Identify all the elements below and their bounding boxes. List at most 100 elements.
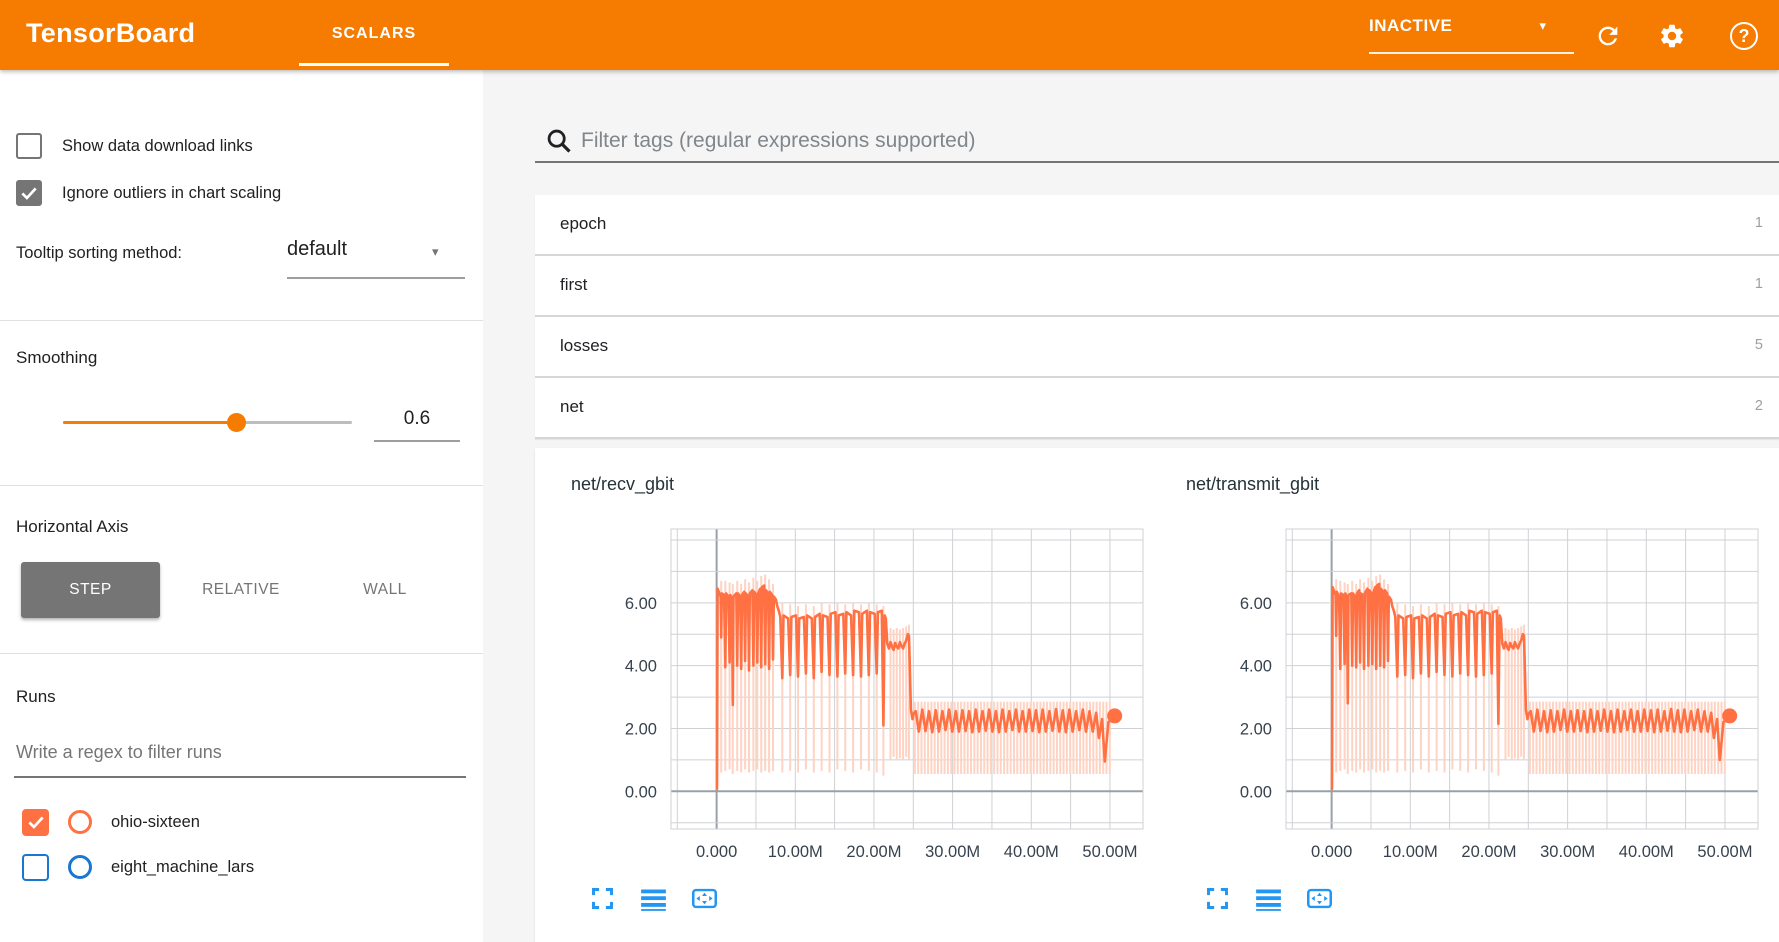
- svg-text:30.00M: 30.00M: [925, 843, 980, 861]
- smoothing-value-underline: [374, 440, 460, 442]
- tag-group-name: epoch: [560, 214, 606, 234]
- refresh-icon-button[interactable]: [1594, 22, 1622, 50]
- divider: [0, 653, 483, 654]
- status-underline: [1369, 52, 1574, 54]
- tag-group-count: 2: [1755, 398, 1763, 414]
- svg-text:6.00: 6.00: [1240, 595, 1272, 613]
- svg-text:20.00M: 20.00M: [1461, 843, 1516, 861]
- svg-text:10.00M: 10.00M: [1383, 843, 1438, 861]
- runs-filter-underline: [14, 776, 466, 778]
- chart-toolbar: [589, 885, 1150, 912]
- run-color-swatch-icon[interactable]: [68, 810, 92, 834]
- settings-icon-button[interactable]: [1658, 22, 1686, 50]
- runs-filter-input[interactable]: [16, 736, 456, 768]
- tag-group-net[interactable]: net 2: [535, 378, 1779, 439]
- fit-to-data-icon: [1306, 885, 1333, 912]
- toggle-y-axis-button[interactable]: [640, 885, 667, 912]
- chart-toolbar: [1204, 885, 1779, 912]
- svg-text:10.00M: 10.00M: [768, 843, 823, 861]
- search-icon: [545, 127, 573, 155]
- svg-text:0.000: 0.000: [1311, 843, 1352, 861]
- fullscreen-icon: [1204, 885, 1231, 912]
- svg-text:0.00: 0.00: [1240, 783, 1272, 801]
- axis-button-step[interactable]: STEP: [21, 562, 160, 618]
- horizontal-axis-heading: Horizontal Axis: [16, 517, 128, 537]
- tag-group-epoch[interactable]: epoch 1: [535, 195, 1779, 256]
- filter-tags-input[interactable]: [581, 124, 1721, 158]
- fit-to-data-icon: [691, 885, 718, 912]
- chart-plot-area[interactable]: 0.00 2.00 4.00 6.00 0.000 10.00M 20.00M 30.00M 4…: [535, 519, 1150, 869]
- svg-text:4.00: 4.00: [625, 658, 657, 676]
- svg-text:2.00: 2.00: [625, 720, 657, 738]
- svg-text:4.00: 4.00: [1240, 658, 1272, 676]
- run-row-eight-machine-lars[interactable]: eight_machine_lars: [22, 851, 254, 883]
- tag-group-count: 1: [1755, 215, 1763, 231]
- tag-group-first[interactable]: first 1: [535, 256, 1779, 317]
- smoothing-value[interactable]: 0.6: [374, 408, 460, 430]
- chart-title: net/transmit_gbit: [1186, 474, 1779, 495]
- app-header: TensorBoard SCALARS INACTIVE ▾ ?: [0, 0, 1779, 70]
- chart-plot-area[interactable]: 0.00 2.00 4.00 6.00 0.000 10.00M 20.00M 30.00M 4…: [1150, 519, 1765, 869]
- svg-text:0.000: 0.000: [696, 843, 737, 861]
- fullscreen-icon: [589, 885, 616, 912]
- gear-icon: [1658, 22, 1686, 50]
- fit-domain-button[interactable]: [691, 885, 718, 912]
- tab-active-underline: [299, 63, 449, 66]
- status-dropdown[interactable]: INACTIVE ▾: [1369, 12, 1574, 54]
- toggle-y-axis-button[interactable]: [1255, 885, 1282, 912]
- main-content: epoch 1 first 1 losses 5 net 2 net/recv_…: [483, 70, 1779, 942]
- svg-text:40.00M: 40.00M: [1004, 843, 1059, 861]
- settings-sidebar: Show data download links Ignore outliers…: [0, 70, 483, 942]
- svg-text:30.00M: 30.00M: [1540, 843, 1595, 861]
- svg-text:20.00M: 20.00M: [846, 843, 901, 861]
- svg-text:40.00M: 40.00M: [1619, 843, 1674, 861]
- tab-scalars-label: SCALARS: [332, 25, 416, 43]
- chart-title: net/recv_gbit: [571, 474, 1150, 495]
- run-row-ohio-sixteen[interactable]: ohio-sixteen: [22, 806, 200, 838]
- net-charts-panel: net/recv_gbit 0.00 2.00 4.00 6.00 0.000 10.00…: [535, 448, 1779, 942]
- axis-button-relative[interactable]: RELATIVE: [178, 562, 304, 618]
- tag-group-losses[interactable]: losses 5: [535, 317, 1779, 378]
- tooltip-sorting-label: Tooltip sorting method:: [16, 244, 182, 263]
- axis-button-wall[interactable]: WALL: [330, 562, 440, 618]
- run-checkbox-icon[interactable]: [22, 854, 49, 881]
- caret-down-icon[interactable]: ▾: [432, 244, 439, 260]
- expand-chart-button[interactable]: [589, 885, 616, 912]
- smoothing-heading: Smoothing: [16, 348, 97, 368]
- tag-group-name: net: [560, 397, 584, 417]
- tooltip-sorting-dropdown[interactable]: default: [287, 238, 347, 261]
- help-icon-button[interactable]: ?: [1730, 22, 1758, 50]
- dropdown-underline: [287, 277, 465, 279]
- checkbox-ignore-outliers[interactable]: Ignore outliers in chart scaling: [16, 178, 281, 208]
- checkbox-label: Ignore outliers in chart scaling: [62, 184, 281, 203]
- smoothing-slider-thumb[interactable]: [227, 413, 246, 432]
- checkbox-icon: [16, 133, 42, 159]
- svg-text:0.00: 0.00: [625, 783, 657, 801]
- run-color-swatch-icon[interactable]: [68, 855, 92, 879]
- caret-down-icon: ▾: [1539, 18, 1546, 34]
- svg-text:6.00: 6.00: [625, 595, 657, 613]
- divider: [0, 320, 483, 321]
- divider: [0, 485, 483, 486]
- tensorboard-app: TensorBoard SCALARS INACTIVE ▾ ? Show da…: [0, 0, 1779, 942]
- app-title: TensorBoard: [26, 18, 195, 49]
- smoothing-slider-fill: [63, 421, 236, 424]
- status-label: INACTIVE: [1369, 16, 1452, 36]
- run-label: eight_machine_lars: [111, 858, 254, 877]
- expand-chart-button[interactable]: [1204, 885, 1231, 912]
- checkbox-label: Show data download links: [62, 137, 253, 156]
- run-checkbox-icon[interactable]: [22, 809, 49, 836]
- tag-group-count: 5: [1755, 337, 1763, 353]
- tag-group-name: first: [560, 275, 587, 295]
- tag-group-name: losses: [560, 336, 608, 356]
- svg-text:50.00M: 50.00M: [1082, 843, 1137, 861]
- checkbox-show-download-links[interactable]: Show data download links: [16, 131, 253, 161]
- run-label: ohio-sixteen: [111, 813, 200, 832]
- tab-scalars[interactable]: SCALARS: [299, 0, 449, 70]
- fit-domain-button[interactable]: [1306, 885, 1333, 912]
- scalar-chart-recv-gbit: net/recv_gbit 0.00 2.00 4.00 6.00 0.000 10.00…: [535, 448, 1150, 942]
- tag-group-list: epoch 1 first 1 losses 5 net 2: [535, 195, 1779, 439]
- help-icon: ?: [1730, 22, 1758, 50]
- horizontal-lines-icon: [1255, 885, 1282, 912]
- svg-text:2.00: 2.00: [1240, 720, 1272, 738]
